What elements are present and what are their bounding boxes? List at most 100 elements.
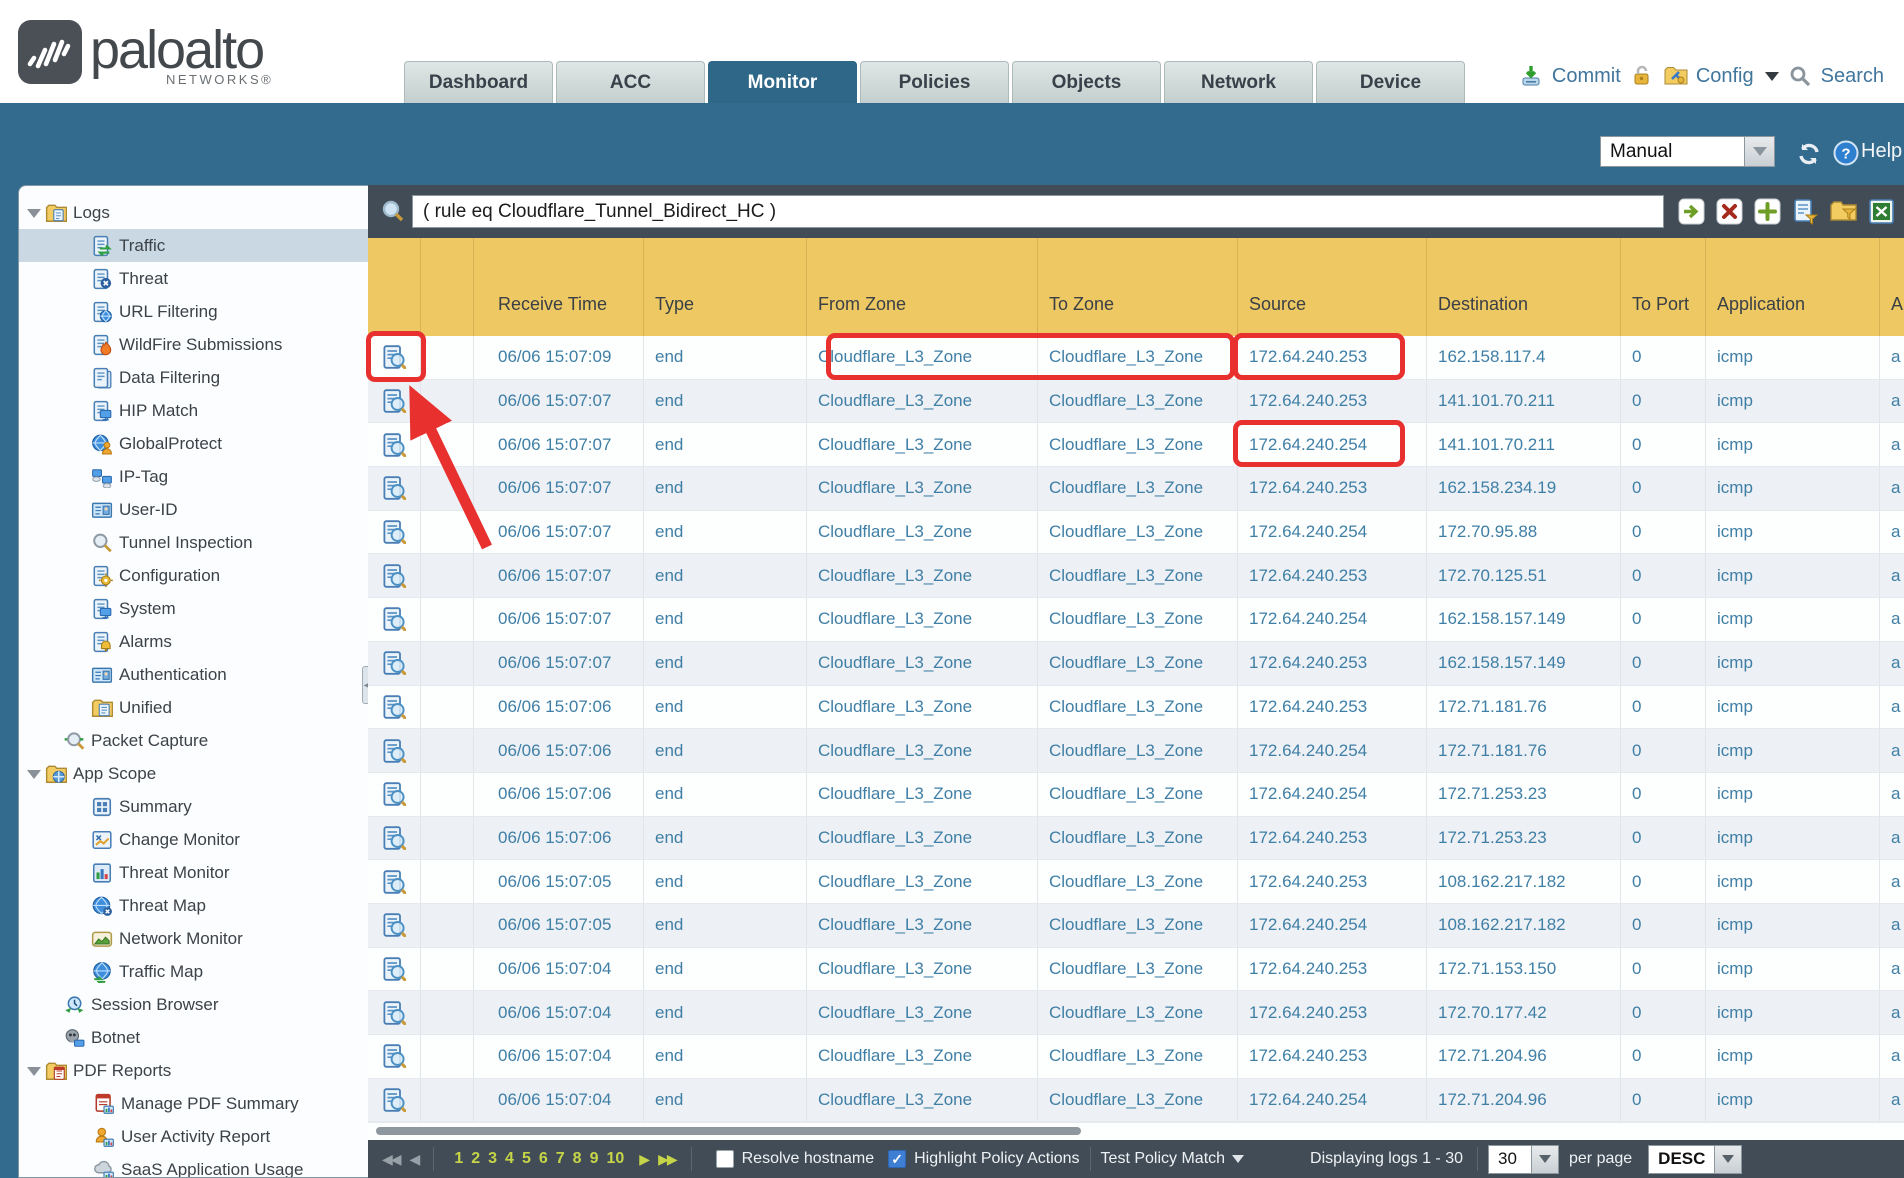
sidebar-item-url-filtering[interactable]: URL Filtering bbox=[19, 295, 368, 328]
sidebar-item-unified[interactable]: Unified bbox=[19, 691, 368, 724]
table-row[interactable]: 06/06 15:07:04endCloudflare_L3_ZoneCloud… bbox=[368, 1079, 1904, 1123]
log-detail-icon[interactable] bbox=[382, 782, 406, 806]
log-detail-icon[interactable] bbox=[382, 389, 406, 413]
page-number-7[interactable]: 7 bbox=[556, 1150, 565, 1168]
table-row[interactable]: 06/06 15:07:09endCloudflare_L3_ZoneCloud… bbox=[368, 336, 1904, 380]
sidebar-item-network-monitor[interactable]: Network Monitor bbox=[19, 922, 368, 955]
sidebar-item-tunnel-inspection[interactable]: Tunnel Inspection bbox=[19, 526, 368, 559]
sidebar-item-threat-map[interactable]: Threat Map bbox=[19, 889, 368, 922]
sidebar-item-botnet[interactable]: Botnet bbox=[19, 1021, 368, 1054]
tab-policies[interactable]: Policies bbox=[860, 61, 1009, 103]
sidebar-item-hip-match[interactable]: HIP Match bbox=[19, 394, 368, 427]
tab-objects[interactable]: Objects bbox=[1012, 61, 1161, 103]
highlight-policy-actions-checkbox[interactable]: ✓ bbox=[888, 1150, 906, 1168]
last-page-button[interactable]: ▶▶ bbox=[658, 1151, 676, 1168]
table-row[interactable]: 06/06 15:07:07endCloudflare_L3_ZoneCloud… bbox=[368, 380, 1904, 424]
table-row[interactable]: 06/06 15:07:07endCloudflare_L3_ZoneCloud… bbox=[368, 467, 1904, 511]
sort-order-select[interactable]: DESC bbox=[1648, 1145, 1715, 1174]
log-detail-icon[interactable] bbox=[382, 870, 406, 894]
sidebar-item-traffic[interactable]: Traffic bbox=[19, 229, 368, 262]
refresh-icon[interactable] bbox=[1795, 140, 1819, 164]
sidebar-item-authentication[interactable]: Authentication bbox=[19, 658, 368, 691]
page-number-2[interactable]: 2 bbox=[471, 1150, 480, 1168]
table-row[interactable]: 06/06 15:07:05endCloudflare_L3_ZoneCloud… bbox=[368, 860, 1904, 904]
horizontal-scrollbar-thumb[interactable] bbox=[376, 1127, 1081, 1135]
expander-icon[interactable] bbox=[25, 1063, 41, 1079]
column-header-to-zone[interactable]: To Zone bbox=[1038, 238, 1238, 336]
sidebar-item-threat[interactable]: Threat bbox=[19, 262, 368, 295]
table-row[interactable]: 06/06 15:07:07endCloudflare_L3_ZoneCloud… bbox=[368, 511, 1904, 555]
log-detail-icon[interactable] bbox=[382, 651, 406, 675]
sidebar-item-globalprotect[interactable]: GlobalProtect bbox=[19, 427, 368, 460]
config-caret-icon[interactable] bbox=[1765, 72, 1779, 81]
log-detail-icon[interactable] bbox=[382, 345, 406, 369]
log-detail-icon[interactable] bbox=[382, 957, 406, 981]
sidebar-item-user-activity-report[interactable]: User Activity Report bbox=[19, 1120, 368, 1153]
page-number-8[interactable]: 8 bbox=[573, 1150, 582, 1168]
column-header-type[interactable]: Type bbox=[644, 238, 807, 336]
sidebar-item-summary[interactable]: Summary bbox=[19, 790, 368, 823]
clear-filter-icon[interactable] bbox=[1716, 198, 1743, 225]
page-number-4[interactable]: 4 bbox=[505, 1150, 514, 1168]
table-row[interactable]: 06/06 15:07:07endCloudflare_L3_ZoneCloud… bbox=[368, 598, 1904, 642]
log-detail-icon[interactable] bbox=[382, 564, 406, 588]
log-detail-icon[interactable] bbox=[382, 826, 406, 850]
table-row[interactable]: 06/06 15:07:06endCloudflare_L3_ZoneCloud… bbox=[368, 817, 1904, 861]
sidebar-item-ip-tag[interactable]: IP-Tag bbox=[19, 460, 368, 493]
config-button[interactable]: Config bbox=[1696, 65, 1754, 88]
table-row[interactable]: 06/06 15:07:04endCloudflare_L3_ZoneCloud… bbox=[368, 948, 1904, 992]
table-row[interactable]: 06/06 15:07:07endCloudflare_L3_ZoneCloud… bbox=[368, 642, 1904, 686]
expander-icon[interactable] bbox=[25, 766, 41, 782]
tab-acc[interactable]: ACC bbox=[556, 61, 705, 103]
add-filter-icon[interactable] bbox=[1754, 198, 1781, 225]
expander-icon[interactable] bbox=[25, 205, 41, 221]
tab-dashboard[interactable]: Dashboard bbox=[404, 61, 553, 103]
table-row[interactable]: 06/06 15:07:04endCloudflare_L3_ZoneCloud… bbox=[368, 991, 1904, 1035]
column-header-source[interactable]: Source bbox=[1238, 238, 1427, 336]
page-number-10[interactable]: 10 bbox=[606, 1150, 624, 1168]
sidebar-item-traffic-map[interactable]: Traffic Map bbox=[19, 955, 368, 988]
refresh-interval-select[interactable]: Manual bbox=[1600, 136, 1745, 167]
table-row[interactable]: 06/06 15:07:06endCloudflare_L3_ZoneCloud… bbox=[368, 729, 1904, 773]
table-row[interactable]: 06/06 15:07:04endCloudflare_L3_ZoneCloud… bbox=[368, 1035, 1904, 1079]
sidebar-item-change-monitor[interactable]: Change Monitor bbox=[19, 823, 368, 856]
resolve-hostname-checkbox[interactable] bbox=[716, 1150, 734, 1168]
sidebar-item-saas-application-usage[interactable]: SaaS Application Usage bbox=[19, 1153, 368, 1178]
log-detail-icon[interactable] bbox=[382, 476, 406, 500]
search-button[interactable]: Search bbox=[1821, 65, 1884, 88]
column-header-from-zone[interactable]: From Zone bbox=[807, 238, 1038, 336]
refresh-interval-dropdown-button[interactable] bbox=[1745, 136, 1775, 167]
help-label[interactable]: Help bbox=[1861, 140, 1902, 163]
log-detail-icon[interactable] bbox=[382, 1001, 406, 1025]
table-row[interactable]: 06/06 15:07:07endCloudflare_L3_ZoneCloud… bbox=[368, 554, 1904, 598]
table-row[interactable]: 06/06 15:07:05endCloudflare_L3_ZoneCloud… bbox=[368, 904, 1904, 948]
lock-icon[interactable] bbox=[1630, 64, 1654, 88]
page-number-5[interactable]: 5 bbox=[522, 1150, 531, 1168]
per-page-dropdown-button[interactable] bbox=[1532, 1145, 1559, 1174]
sort-order-dropdown-button[interactable] bbox=[1715, 1145, 1742, 1174]
sidebar-item-data-filtering[interactable]: Data Filtering bbox=[19, 361, 368, 394]
export-icon[interactable] bbox=[1868, 198, 1895, 225]
help-icon[interactable]: ? bbox=[1833, 140, 1857, 164]
commit-button[interactable]: Commit bbox=[1552, 65, 1621, 88]
sidebar-item-app-scope[interactable]: App Scope bbox=[19, 757, 368, 790]
log-detail-icon[interactable] bbox=[382, 739, 406, 763]
tab-monitor[interactable]: Monitor bbox=[708, 61, 857, 103]
test-policy-match-button[interactable]: Test Policy Match bbox=[1101, 1150, 1244, 1168]
first-page-button[interactable]: ◀◀ bbox=[382, 1151, 400, 1168]
page-number-6[interactable]: 6 bbox=[539, 1150, 548, 1168]
page-number-3[interactable]: 3 bbox=[488, 1150, 497, 1168]
per-page-select[interactable]: 30 bbox=[1488, 1145, 1532, 1174]
sidebar-item-manage-pdf-summary[interactable]: Manage PDF Summary bbox=[19, 1087, 368, 1120]
column-header-receive-time[interactable]: Receive Time bbox=[474, 238, 644, 336]
column-header-destination[interactable]: Destination bbox=[1427, 238, 1621, 336]
log-detail-icon[interactable] bbox=[382, 607, 406, 631]
log-detail-icon[interactable] bbox=[382, 520, 406, 544]
sidebar-item-system[interactable]: System bbox=[19, 592, 368, 625]
sidebar-item-logs[interactable]: Logs bbox=[19, 196, 368, 229]
sidebar-item-pdf-reports[interactable]: PDF Reports bbox=[19, 1054, 368, 1087]
config-folder-icon[interactable] bbox=[1663, 64, 1687, 88]
page-number-9[interactable]: 9 bbox=[590, 1150, 599, 1168]
sidebar-item-packet-capture[interactable]: Packet Capture bbox=[19, 724, 368, 757]
table-row[interactable]: 06/06 15:07:07endCloudflare_L3_ZoneCloud… bbox=[368, 423, 1904, 467]
